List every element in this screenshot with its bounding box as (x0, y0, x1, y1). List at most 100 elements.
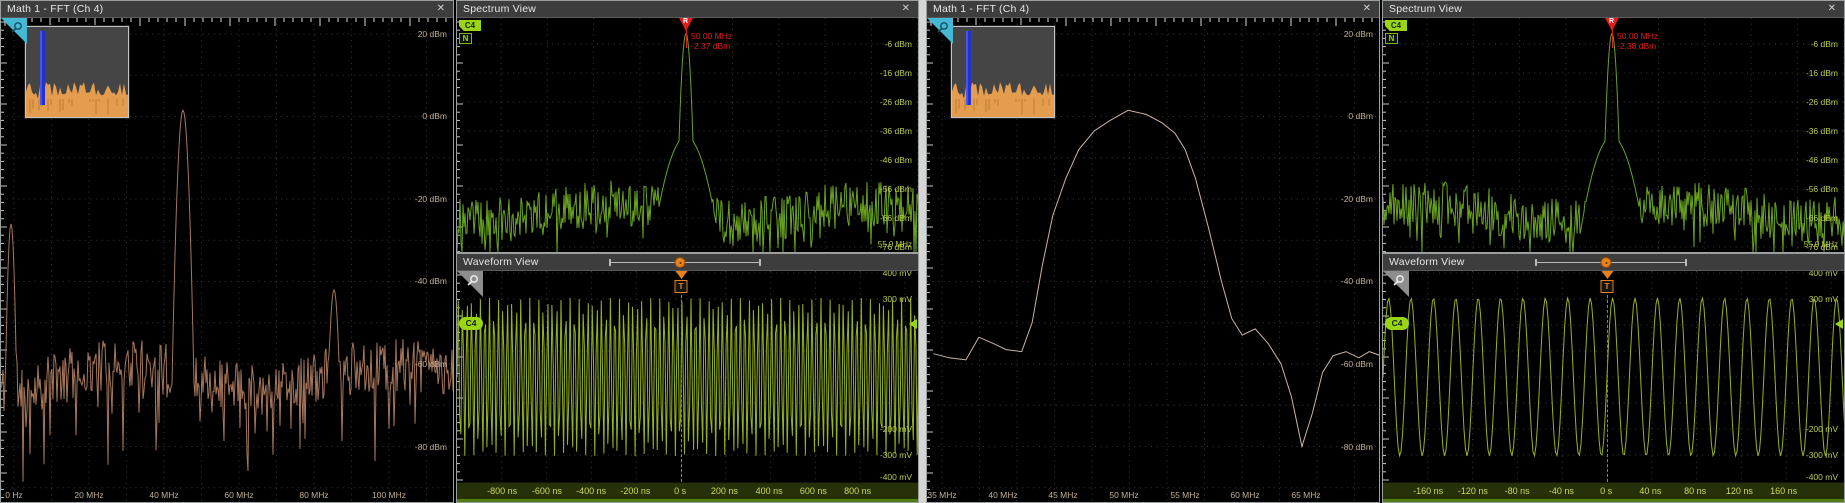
reference-marker-flag[interactable]: R (679, 18, 693, 31)
horizontal-position-knob[interactable] (1601, 257, 1612, 268)
math-fft-window: Math 1 - FFT (Ch 4) ✕ 20 dBm0 dBm-20 dBm… (0, 0, 454, 503)
waveform-view-window: Waveform View T C4 400 mV300 mV-200 mV-3… (456, 253, 919, 503)
waveform-title: Waveform View (463, 256, 539, 268)
spectrum-title: Spectrum View (1389, 3, 1462, 15)
axis-tick-label: -36 dBm (880, 126, 912, 136)
axis-tick-label: 20 dBm (1344, 29, 1373, 39)
axis-tick-label: -46 dBm (1806, 155, 1838, 165)
waveform-titlebar[interactable]: Waveform View (1383, 254, 1844, 271)
workspace-right: Math 1 - FFT (Ch 4) ✕ 20 dBm0 dBm-20 dBm… (926, 0, 1845, 503)
axis-tick-label: 20 MHz (74, 490, 103, 500)
marker-readout: 50.00 MHz -2.38 dBm (1617, 31, 1658, 51)
trace-mode-badge-n[interactable]: N (459, 33, 472, 44)
math-window-title: Math 1 - FFT (Ch 4) (933, 3, 1029, 15)
channel-reference-badge[interactable]: C4 (1385, 317, 1409, 330)
math-fft-plot[interactable]: 20 dBm0 dBm-20 dBm-40 dBm-60 dBm-80 dBm … (927, 18, 1379, 502)
reference-marker-flag[interactable]: R (1605, 18, 1619, 31)
zoom-magnifier-icon[interactable] (1, 18, 27, 44)
axis-tick-label: -160 ns (1413, 486, 1443, 496)
axis-tick-label: -60 dBm (415, 359, 447, 369)
axis-tick-label: 0 Hz (5, 490, 22, 500)
axis-tick-label: -46 dBm (880, 155, 912, 165)
axis-tick-label: 100 MHz (372, 490, 406, 500)
close-icon[interactable]: ✕ (435, 4, 447, 14)
axis-tick-label: 80 ns (1684, 486, 1706, 496)
axis-tick-label: -66 dBm (1806, 213, 1838, 223)
waveform-view-window: Waveform View T C4 400 mV300 mV-200 mV-3… (1382, 253, 1845, 503)
waveform-plot[interactable]: T C4 400 mV300 mV-200 mV-300 mV-400 mV (457, 271, 918, 482)
math-window-titlebar[interactable]: Math 1 - FFT (Ch 4) ✕ (1, 1, 453, 18)
zoom-magnifier-icon[interactable] (457, 271, 483, 297)
trigger-position-line (681, 295, 682, 482)
spectrum-plot[interactable]: C4 N R 50.00 MHz -2.37 dBm -6 dBm-16 dBm… (457, 18, 918, 252)
axis-tick-label: -80 ns (1505, 486, 1530, 496)
axis-tick-label: -40 dBm (415, 276, 447, 286)
trigger-label: T (675, 280, 688, 293)
marker-frequency: 50.00 MHz (691, 31, 732, 41)
axis-tick-label: 35 MHz (927, 490, 956, 500)
axis-tick-label: 65 MHz (1291, 490, 1320, 500)
waveform-titlebar[interactable]: Waveform View (457, 254, 918, 271)
zoom-magnifier-icon[interactable] (1383, 271, 1409, 297)
axis-tick-label: 800 ns (844, 486, 871, 496)
marker-readout: 50.00 MHz -2.37 dBm (691, 31, 732, 51)
axis-tick-label: -120 ns (1458, 486, 1488, 496)
axis-tick-label: -300 mV (1806, 450, 1838, 460)
math-fft-plot[interactable]: 20 dBm0 dBm-20 dBm-40 dBm-60 dBm-80 dBm … (1, 18, 453, 502)
axis-tick-label: -200 mV (1806, 424, 1838, 434)
trigger-marker[interactable]: T (675, 271, 688, 293)
axis-tick-label: 50 MHz (1109, 490, 1138, 500)
fft-thumbnail-trace (952, 27, 1054, 117)
time-axis[interactable]: -160 ns-120 ns-80 ns-40 ns0 s40 ns80 ns1… (1383, 482, 1844, 502)
math-window-titlebar[interactable]: Math 1 - FFT (Ch 4) ✕ (927, 1, 1379, 18)
channel-badge-c4[interactable]: C4 (459, 20, 481, 31)
time-axis[interactable]: -800 ns-600 ns-400 ns-200 ns0 s200 ns400… (457, 482, 918, 502)
workspace-left: Math 1 - FFT (Ch 4) ✕ 20 dBm0 dBm-20 dBm… (0, 0, 919, 503)
axis-tick-label: 400 ns (756, 486, 783, 496)
spectrum-titlebar[interactable]: Spectrum View ✕ (1383, 1, 1844, 18)
axis-tick-label: 160 ns (1770, 486, 1797, 496)
trigger-arrow-icon (675, 271, 687, 279)
axis-tick-label: 300 mV (883, 294, 912, 304)
close-icon[interactable]: ✕ (900, 4, 912, 14)
trigger-marker[interactable]: T (1601, 271, 1614, 293)
axis-tick-label: 120 ns (1726, 486, 1753, 496)
axis-tick-label: -56 dBm (880, 184, 912, 194)
scope-display: Math 1 - FFT (Ch 4) ✕ 20 dBm0 dBm-20 dBm… (0, 0, 1845, 503)
channel-badge-c4[interactable]: C4 (1385, 20, 1407, 31)
channel-level-arrow-icon (909, 319, 917, 329)
reference-marker-label: R (683, 18, 688, 25)
axis-tick-label: 60 MHz (224, 490, 253, 500)
horizontal-position-knob[interactable] (675, 257, 686, 268)
fft-overview-thumbnail[interactable] (25, 26, 129, 118)
math-fft-window: Math 1 - FFT (Ch 4) ✕ 20 dBm0 dBm-20 dBm… (926, 0, 1380, 503)
axis-tick-label: 40 MHz (988, 490, 1017, 500)
spectrum-freq-label: 55.0 MHz (878, 240, 912, 249)
spectrum-view-window: Spectrum View ✕ C4 N R 50.00 MHz -2.37 d… (456, 0, 919, 253)
axis-tick-label: -20 dBm (415, 194, 447, 204)
close-icon[interactable]: ✕ (1826, 4, 1838, 14)
zoom-magnifier-icon[interactable] (927, 18, 953, 44)
axis-tick-label: -20 dBm (1341, 194, 1373, 204)
fft-overview-thumbnail[interactable] (951, 26, 1055, 118)
marker-amplitude: -2.37 dBm (691, 41, 732, 51)
reference-marker-label: R (1609, 18, 1614, 25)
marker-frequency: 50.00 MHz (1617, 31, 1658, 41)
channel-reference-badge[interactable]: C4 (459, 317, 483, 330)
axis-tick-label: -600 ns (532, 486, 562, 496)
waveform-plot[interactable]: T C4 400 mV300 mV-200 mV-300 mV-400 mV (1383, 271, 1844, 482)
spectrum-plot[interactable]: C4 N R 50.00 MHz -2.38 dBm -6 dBm-16 dBm… (1383, 18, 1844, 252)
axis-tick-label: -200 mV (880, 424, 912, 434)
close-icon[interactable]: ✕ (1361, 4, 1373, 14)
axis-tick-label: -400 mV (880, 472, 912, 482)
axis-tick-label: -26 dBm (880, 97, 912, 107)
spectrum-titlebar[interactable]: Spectrum View ✕ (457, 1, 918, 18)
axis-tick-label: 20 dBm (418, 29, 447, 39)
trace-mode-badge-n[interactable]: N (1385, 33, 1398, 44)
axis-tick-label: 40 MHz (149, 490, 178, 500)
axis-tick-label: 600 ns (800, 486, 827, 496)
trigger-label: T (1601, 280, 1614, 293)
axis-tick-label: 45 MHz (1048, 490, 1077, 500)
axis-tick-label: -66 dBm (880, 213, 912, 223)
axis-tick-label: -16 dBm (880, 68, 912, 78)
